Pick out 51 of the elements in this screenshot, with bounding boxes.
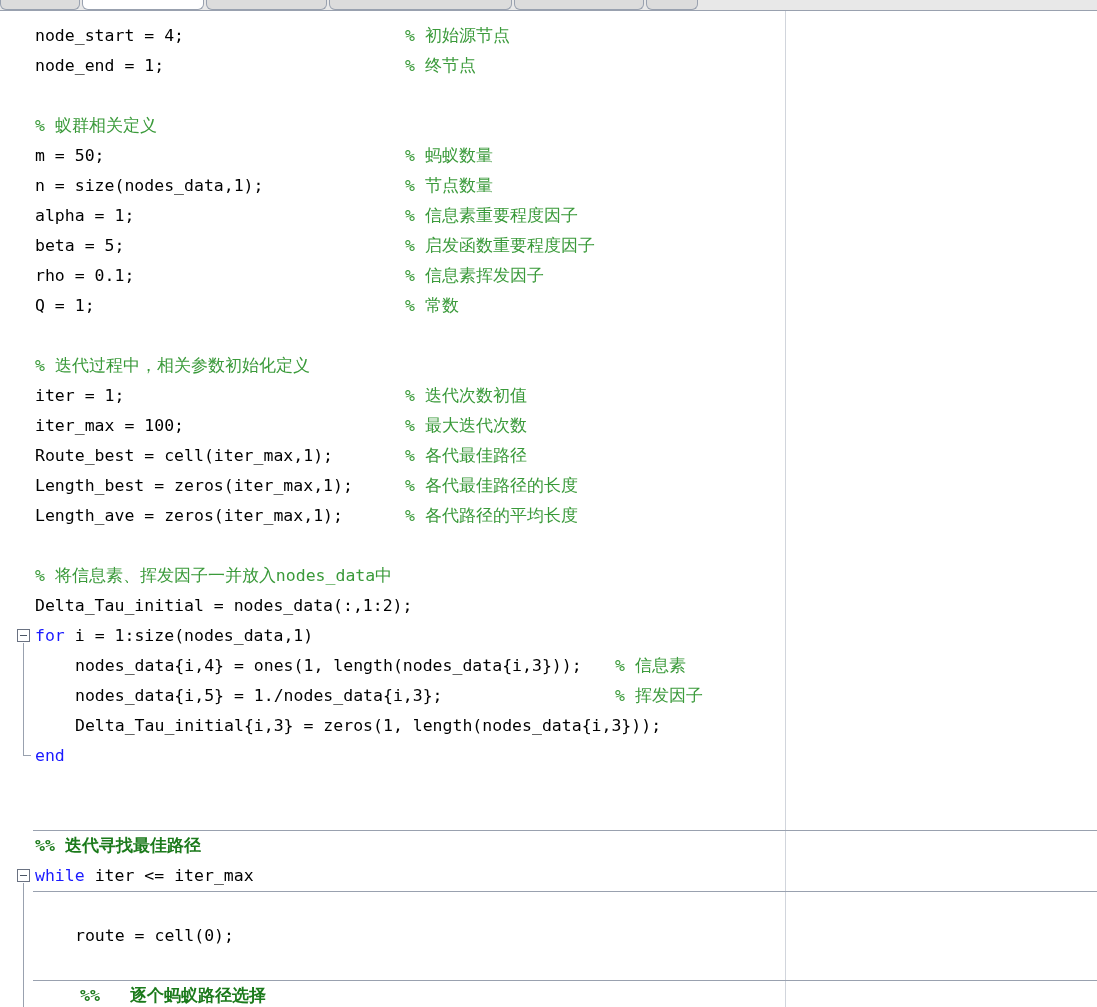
- code-comment: % 最大迭代次数: [405, 414, 527, 437]
- editor-tab[interactable]: [82, 0, 204, 10]
- code-text: m = 50;: [35, 144, 106, 167]
- section-heading: %% 迭代寻找最佳路径: [35, 834, 201, 857]
- editor-tab[interactable]: [0, 0, 80, 10]
- editor-tab[interactable]: [329, 0, 512, 10]
- code-keyword: while: [35, 864, 85, 887]
- code-text: nodes_data{i,4} = ones(1, length(nodes_data{i,3}));: [75, 654, 583, 677]
- code-comment: % 初始源节点: [405, 24, 510, 47]
- code-comment: % 终节点: [405, 54, 476, 77]
- section-heading: %% 逐个蚂蚁路径选择: [80, 984, 266, 1007]
- code-comment: % 迭代过程中，相关参数初始化定义: [35, 354, 310, 377]
- code-text: node_start = 4;: [35, 24, 185, 47]
- code-comment: % 蚁群相关定义: [35, 114, 157, 137]
- collapse-icon[interactable]: [17, 629, 30, 642]
- code-comment: % 信息素重要程度因子: [405, 204, 578, 227]
- code-text: nodes_data{i,5} = 1./nodes_data{i,3};: [75, 684, 444, 707]
- code-text: alpha = 1;: [35, 204, 136, 227]
- code-text: Length_best = zeros(iter_max,1);: [35, 474, 354, 497]
- code-comment: % 迭代次数初值: [405, 384, 527, 407]
- code-comment: % 信息素挥发因子: [405, 264, 544, 287]
- code-text: Q = 1;: [35, 294, 96, 317]
- code-comment: % 节点数量: [405, 174, 493, 197]
- code-text: Delta_Tau_initial{i,3} = zeros(1, length(nodes_data{i,3}));: [75, 714, 662, 737]
- code-comment: % 各代最佳路径: [405, 444, 527, 467]
- code-comment: % 将信息素、挥发因子一并放入nodes_data中: [35, 564, 393, 587]
- code-keyword: for: [35, 624, 65, 647]
- code-comment: % 启发函数重要程度因子: [405, 234, 595, 257]
- code-text: beta = 5;: [35, 234, 126, 257]
- code-comment: % 各代路径的平均长度: [405, 504, 578, 527]
- code-comment: % 常数: [405, 294, 459, 317]
- editor-tab[interactable]: [514, 0, 644, 10]
- collapse-icon[interactable]: [17, 869, 30, 882]
- code-text: Length_ave = zeros(iter_max,1);: [35, 504, 344, 527]
- code-keyword: end: [35, 744, 65, 767]
- code-text: Delta_Tau_initial = nodes_data(:,1:2);: [35, 594, 413, 617]
- code-text: n = size(nodes_data,1);: [35, 174, 265, 197]
- code-text: iter <= iter_max: [94, 864, 254, 887]
- code-text: node_end = 1;: [35, 54, 166, 77]
- code-comment: % 挥发因子: [615, 684, 703, 707]
- code-text: Route_best = cell(iter_max,1);: [35, 444, 334, 467]
- code-text: route = cell(0);: [75, 924, 234, 947]
- code-text: iter = 1;: [35, 384, 126, 407]
- editor-tab[interactable]: [646, 0, 698, 10]
- code-text: rho = 0.1;: [35, 264, 136, 287]
- code-text: iter_max = 100;: [35, 414, 185, 437]
- code-comment: % 信息素: [615, 654, 686, 677]
- code-text: i = 1:size(nodes_data,1): [74, 624, 314, 647]
- code-comment: % 蚂蚁数量: [405, 144, 493, 167]
- editor-tab[interactable]: [206, 0, 327, 10]
- code-comment: % 各代最佳路径的长度: [405, 474, 578, 497]
